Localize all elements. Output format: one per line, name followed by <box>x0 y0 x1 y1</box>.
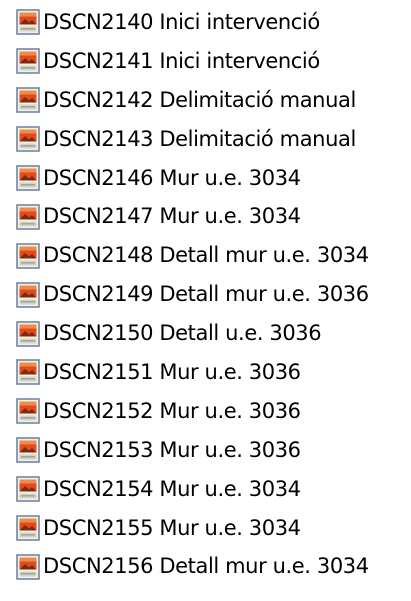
list-item[interactable]: DSCN2154 Mur u.e. 3034 <box>16 470 411 509</box>
list-item[interactable]: DSCN2150 Detall u.e. 3036 <box>16 314 411 353</box>
file-name-label: DSCN2154 Mur u.e. 3034 <box>43 476 301 501</box>
list-item[interactable]: DSCN2152 Mur u.e. 3036 <box>16 392 411 431</box>
file-list: DSCN2140 Inici intervenció DSCN2141 Inic… <box>0 0 411 601</box>
file-name-label: DSCN2155 Mur u.e. 3034 <box>43 515 301 540</box>
image-file-icon <box>16 87 40 114</box>
list-item[interactable]: DSCN2141 Inici intervenció <box>16 42 411 81</box>
image-file-icon <box>16 126 40 152</box>
list-item[interactable]: DSCN2155 Mur u.e. 3034 <box>16 509 411 548</box>
file-name-label: DSCN2143 Delimitació manual <box>43 126 356 151</box>
file-name-label: DSCN2148 Detall mur u.e. 3034 <box>43 243 369 268</box>
file-name-label: DSCN2149 Detall mur u.e. 3036 <box>43 282 369 307</box>
file-name-label: DSCN2147 Mur u.e. 3034 <box>43 204 301 229</box>
file-name-label: DSCN2150 Detall u.e. 3036 <box>43 321 322 346</box>
image-file-icon <box>16 320 40 347</box>
file-name-label: DSCN2153 Mur u.e. 3036 <box>43 437 301 462</box>
file-name-label: DSCN2152 Mur u.e. 3036 <box>43 398 301 423</box>
image-file-icon <box>16 281 40 308</box>
image-file-icon <box>16 165 40 191</box>
image-file-icon <box>16 398 40 425</box>
list-item[interactable]: DSCN2156 Detall mur u.e. 3034 <box>16 547 411 586</box>
image-file-icon <box>16 9 40 36</box>
image-file-icon <box>16 359 40 386</box>
file-name-label: DSCN2156 Detall mur u.e. 3034 <box>43 554 369 579</box>
list-item[interactable]: DSCN2148 Detall mur u.e. 3034 <box>16 236 411 275</box>
list-item[interactable]: DSCN2153 Mur u.e. 3036 <box>16 431 411 470</box>
image-file-icon <box>16 476 40 502</box>
list-item[interactable]: DSCN2143 Delimitació manual <box>16 120 411 159</box>
file-name-label: DSCN2142 Delimitació manual <box>43 87 356 112</box>
file-name-label: DSCN2146 Mur u.e. 3034 <box>43 165 301 190</box>
list-item[interactable]: DSCN2147 Mur u.e. 3034 <box>16 197 411 236</box>
file-name-label: DSCN2140 Inici intervenció <box>43 9 320 34</box>
list-item[interactable]: DSCN2146 Mur u.e. 3034 <box>16 159 411 198</box>
list-item[interactable]: DSCN2149 Detall mur u.e. 3036 <box>16 275 411 314</box>
image-file-icon <box>16 242 40 269</box>
image-file-icon <box>16 48 40 75</box>
file-name-label: DSCN2151 Mur u.e. 3036 <box>43 359 301 384</box>
image-file-icon <box>16 204 40 230</box>
list-item[interactable]: DSCN2140 Inici intervenció <box>16 3 411 42</box>
file-name-label: DSCN2141 Inici intervenció <box>43 48 320 73</box>
image-file-icon <box>16 554 40 580</box>
image-file-icon <box>16 437 40 464</box>
image-file-icon <box>16 515 40 541</box>
list-item[interactable]: DSCN2151 Mur u.e. 3036 <box>16 353 411 392</box>
list-item[interactable]: DSCN2142 Delimitació manual <box>16 81 411 120</box>
